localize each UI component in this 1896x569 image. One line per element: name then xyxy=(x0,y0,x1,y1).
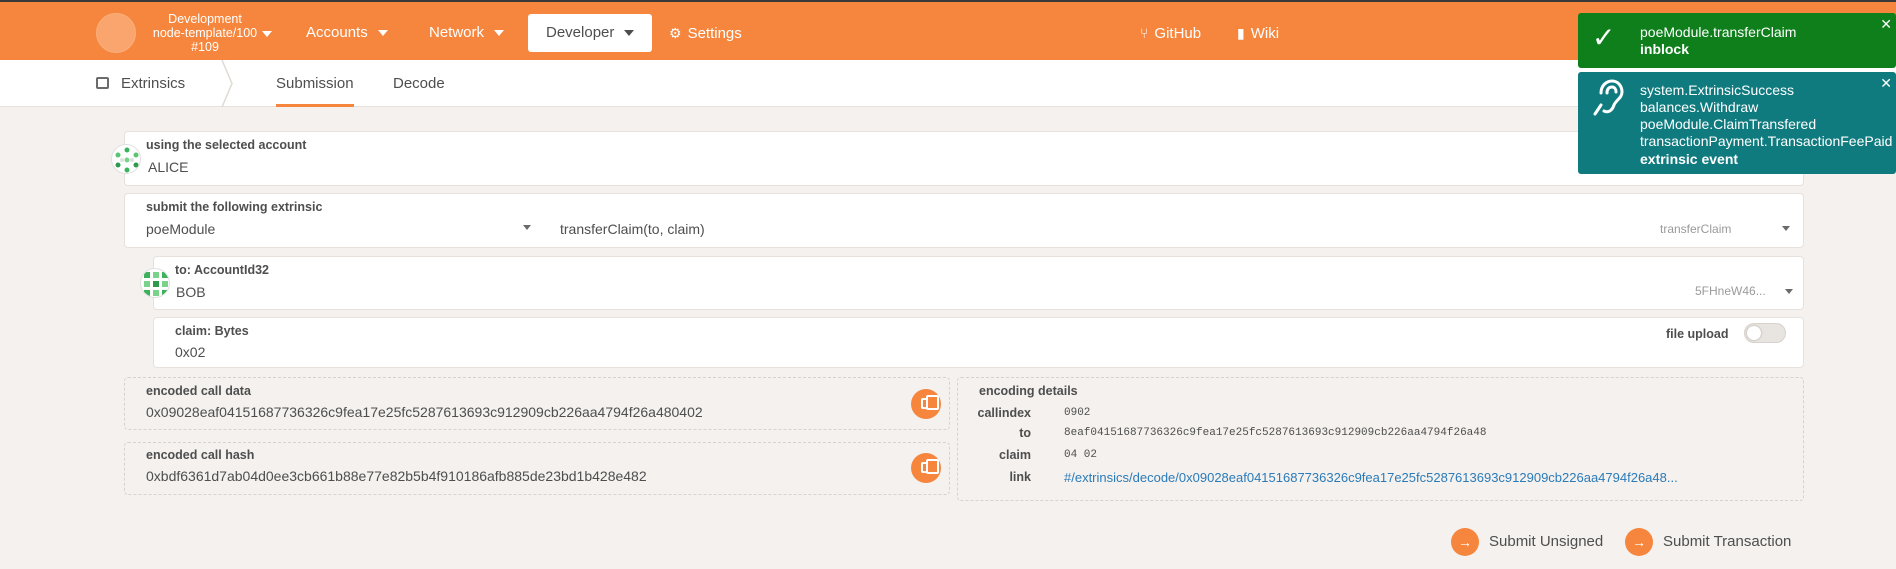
param-claim-label: claim: Bytes xyxy=(175,324,249,338)
tab-decode[interactable]: Decode xyxy=(393,60,445,107)
account-label: using the selected account xyxy=(146,138,307,152)
bob-identicon xyxy=(140,268,170,298)
encoding-details: encoding details callindex 0902 to 8eaf0… xyxy=(957,377,1804,501)
encoded-call-hash: encoded call hash 0xbdf6361d7ab04d0ee3cb… xyxy=(124,442,950,495)
chain-name: Development xyxy=(168,12,242,26)
copy-icon xyxy=(921,395,939,410)
chevron-down-icon xyxy=(262,31,272,37)
call-value: transferClaim(to, claim) xyxy=(560,221,705,237)
nav-settings[interactable]: ⚙ Settings xyxy=(669,14,742,52)
encoded-call-hash-value: 0xbdf6361d7ab04d0ee3cb661b88e77e82b5b4f9… xyxy=(146,468,647,484)
file-upload-label: file upload xyxy=(1666,327,1729,341)
git-branch-icon: ⑂ xyxy=(1140,25,1149,41)
call-short: transferClaim xyxy=(1660,222,1732,236)
nav-github[interactable]: ⑂ GitHub xyxy=(1140,14,1201,52)
extrinsic-selector: submit the following extrinsic poeModule… xyxy=(124,193,1804,248)
sign-in-icon xyxy=(1451,527,1479,557)
param-to-value: BOB xyxy=(176,284,206,300)
nav-developer[interactable]: Developer xyxy=(528,14,653,52)
chain-logo xyxy=(96,13,136,53)
close-icon[interactable]: ✕ xyxy=(1880,16,1892,33)
event-line: system.ExtrinsicSuccess xyxy=(1640,82,1795,98)
submit-unsigned-label: Submit Unsigned xyxy=(1489,533,1604,550)
notification-status: inblock xyxy=(1640,41,1690,57)
call-dropdown[interactable]: transferClaim(to, claim) transferClaim xyxy=(555,194,1805,249)
module-value: poeModule xyxy=(146,221,216,237)
nav-wiki[interactable]: ▮ Wiki xyxy=(1237,14,1279,52)
event-line: balances.Withdraw xyxy=(1640,99,1759,115)
nav-accounts-label: Accounts xyxy=(306,24,368,41)
check-icon: ✓ xyxy=(1592,22,1616,53)
account-selector[interactable]: using the selected account ALICE xyxy=(111,131,1804,186)
param-to-label: to: AccountId32 xyxy=(175,263,269,277)
enc-val-to: 8eaf04151687736326c9fea17e25fc5287613693… xyxy=(1064,427,1487,439)
chain-selector[interactable]: Development node-template/100 #109 xyxy=(96,12,276,54)
enc-key-claim: claim xyxy=(999,448,1031,462)
close-icon[interactable]: ✕ xyxy=(1880,75,1892,92)
book-icon: ▮ xyxy=(1237,25,1245,41)
module-dropdown[interactable]: poeModule xyxy=(125,194,545,249)
encoded-call-data-value: 0x09028eaf04151687736326c9fea17e25fc5287… xyxy=(146,404,703,420)
nav-developer-label: Developer xyxy=(546,24,615,41)
nav-accounts[interactable]: Accounts xyxy=(306,14,388,52)
notification-inblock: ✕ ✓ poeModule.transferClaim inblock xyxy=(1578,13,1896,68)
encoding-details-label: encoding details xyxy=(979,384,1078,398)
gear-icon: ⚙ xyxy=(669,25,682,41)
nav-settings-label: Settings xyxy=(687,25,742,42)
chevron-down-icon xyxy=(1785,289,1793,294)
submit-transaction-label: Submit Transaction xyxy=(1663,533,1792,550)
notification-event: poeModule.transferClaim xyxy=(1640,24,1797,40)
breadcrumb-separator xyxy=(221,60,233,107)
listening-icon xyxy=(1592,78,1626,123)
copy-icon xyxy=(921,459,939,474)
account-value: ALICE xyxy=(148,159,189,175)
submit-transaction-button[interactable]: Submit Transaction xyxy=(1625,527,1791,557)
file-upload-toggle[interactable] xyxy=(1744,323,1786,343)
enc-val-claim: 04 02 xyxy=(1064,449,1098,461)
enc-key-link: link xyxy=(1009,470,1031,484)
event-line: transactionPayment.TransactionFeePaid xyxy=(1640,133,1893,149)
nav-network[interactable]: Network xyxy=(429,14,505,52)
chevron-down-icon xyxy=(494,30,505,37)
decode-link[interactable]: #/extrinsics/decode/0x09028eaf0415168773… xyxy=(1064,470,1678,485)
nav-network-label: Network xyxy=(429,24,485,41)
encoded-call-data: encoded call data 0x09028eaf041516877363… xyxy=(124,377,950,430)
enc-key-callindex: callindex xyxy=(977,406,1032,420)
chevron-down-icon xyxy=(377,30,388,37)
inbox-icon xyxy=(96,77,109,89)
enc-key-to: to xyxy=(1019,426,1031,440)
tab-submission[interactable]: Submission xyxy=(276,60,354,107)
chevron-down-icon xyxy=(1782,226,1790,231)
nav-wiki-label: Wiki xyxy=(1250,25,1280,42)
notification-status: extrinsic event xyxy=(1640,151,1739,167)
notification-extrinsic-events: ✕ system.ExtrinsicSuccess balances.Withd… xyxy=(1578,72,1896,174)
section-extrinsics: Extrinsics xyxy=(96,60,185,107)
param-to-address: 5FHneW46... xyxy=(1695,284,1766,298)
chevron-down-icon xyxy=(624,30,635,37)
chevron-down-icon xyxy=(523,225,531,230)
copy-call-data-button[interactable] xyxy=(911,389,941,419)
chain-info: Development node-template/100 #109 xyxy=(140,12,270,54)
copy-call-hash-button[interactable] xyxy=(911,453,941,483)
submit-unsigned-button[interactable]: Submit Unsigned xyxy=(1451,527,1603,557)
param-to-selector[interactable]: to: AccountId32 BOB 5FHneW46... xyxy=(140,256,1804,310)
nav-github-label: GitHub xyxy=(1154,25,1202,42)
param-claim-input[interactable]: 0x02 xyxy=(175,344,205,360)
chain-runtime: node-template/100 xyxy=(152,26,258,40)
sign-in-icon xyxy=(1625,527,1653,557)
encoded-call-hash-label: encoded call hash xyxy=(146,448,255,462)
encoded-call-data-label: encoded call data xyxy=(146,384,251,398)
section-title: Extrinsics xyxy=(121,75,186,92)
account-identicon xyxy=(111,144,141,174)
param-claim: claim: Bytes 0x02 file upload xyxy=(153,317,1804,368)
chain-block: #109 xyxy=(191,40,219,54)
event-line: poeModule.ClaimTransfered xyxy=(1640,116,1817,132)
enc-val-callindex: 0902 xyxy=(1064,407,1091,419)
